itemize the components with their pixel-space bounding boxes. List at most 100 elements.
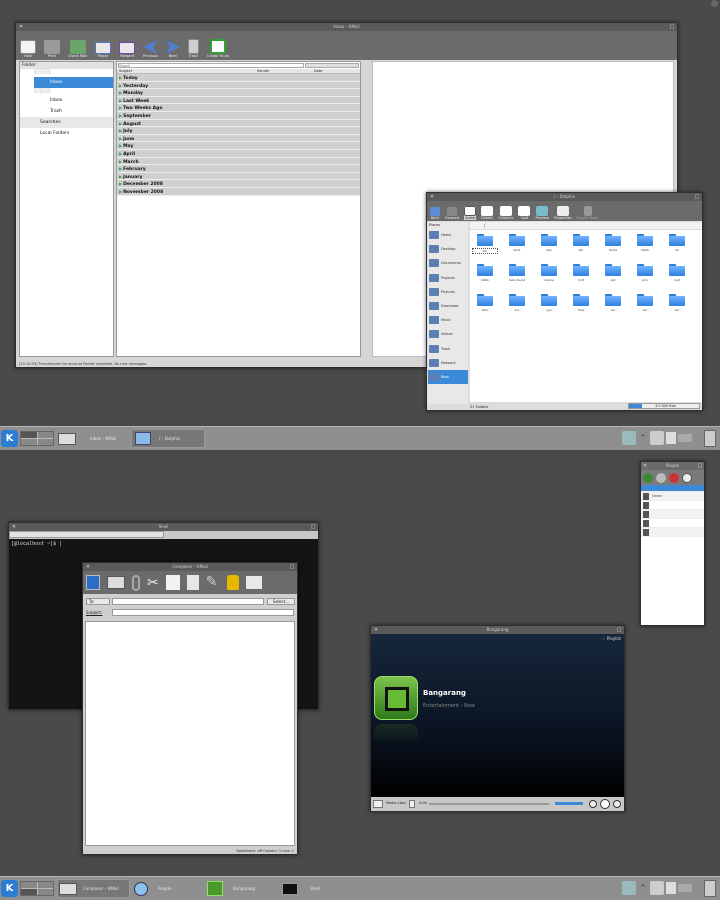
window-menu-icon[interactable]: ✕: [11, 524, 17, 530]
split-button[interactable]: Split: [518, 206, 531, 220]
play-icon[interactable]: [600, 799, 610, 809]
next-button[interactable]: Next: [165, 40, 180, 58]
task-bangarang[interactable]: Bangarang: [207, 879, 277, 898]
message-group[interactable]: ▶March: [117, 157, 360, 166]
place-item[interactable]: Projects: [428, 271, 468, 285]
close-icon[interactable]: □: [289, 564, 295, 570]
expand-icon[interactable]: ▶: [119, 181, 122, 186]
media-lists-icon[interactable]: [373, 800, 383, 808]
message-group[interactable]: ▶Yesterday: [117, 81, 360, 90]
forward-button[interactable]: Forward: [119, 42, 135, 58]
task-kmail[interactable]: Inbox – KMail: [58, 429, 128, 448]
folder-item[interactable]: root: [664, 264, 690, 282]
folder-local[interactable]: Local Folders: [20, 128, 113, 140]
konsole-tab[interactable]: [9, 531, 164, 538]
expand-icon[interactable]: ▶: [119, 121, 122, 126]
window-menu-icon[interactable]: ✕: [642, 463, 648, 469]
folder-item[interactable]: usr: [600, 294, 626, 312]
message-group[interactable]: ▶August: [117, 119, 360, 128]
empty-trash-button[interactable]: Empty Trash: [577, 206, 598, 220]
preview-button[interactable]: Preview: [535, 206, 549, 220]
kde-menu-icon[interactable]: K: [1, 430, 18, 447]
folder-item[interactable]: lost+found: [504, 264, 530, 282]
desktop-1[interactable]: [21, 882, 37, 888]
expand-icon[interactable]: ▶: [119, 143, 122, 148]
pager[interactable]: [20, 431, 54, 446]
desktop-3[interactable]: [21, 439, 37, 445]
window-menu-icon[interactable]: ✕: [85, 564, 91, 570]
folder-searches[interactable]: Searches: [20, 117, 113, 128]
network-icon[interactable]: [622, 881, 636, 895]
contact-row[interactable]: [641, 501, 704, 510]
pager[interactable]: [20, 881, 54, 896]
icons-view-button[interactable]: Icons: [464, 206, 477, 220]
task-people[interactable]: People: [134, 879, 200, 898]
filter-controls[interactable]: [305, 63, 359, 68]
close-icon[interactable]: □: [669, 24, 675, 30]
folder-item[interactable]: tmp: [568, 294, 594, 312]
message-group[interactable]: ▶Two Weeks Ago: [117, 104, 360, 112]
expand-icon[interactable]: ▶: [119, 159, 122, 164]
folder-item[interactable]: etc: [568, 234, 594, 252]
copy-icon[interactable]: [165, 575, 180, 590]
folder-item[interactable]: lib64: [472, 264, 498, 282]
expand-icon[interactable]: ▶: [119, 113, 122, 118]
message-group[interactable]: ▶September: [117, 111, 360, 120]
expand-icon[interactable]: ▶: [119, 166, 122, 171]
place-item[interactable]: Pictures: [428, 285, 468, 299]
contact-row[interactable]: [641, 485, 704, 492]
place-item[interactable]: Home: [428, 228, 468, 242]
folder-item[interactable]: opt: [600, 264, 626, 282]
desktop-1[interactable]: [21, 432, 37, 438]
expand-icon[interactable]: ▶: [119, 189, 122, 194]
message-group[interactable]: ▶January: [117, 172, 360, 181]
close-icon[interactable]: □: [310, 524, 316, 530]
expand-icon[interactable]: ▶: [119, 90, 122, 95]
check-mail-button[interactable]: Check Mail: [68, 40, 87, 58]
contact-row[interactable]: [641, 528, 704, 537]
task-shell[interactable]: Shell: [282, 879, 342, 898]
window-menu-icon[interactable]: ✕: [429, 194, 435, 200]
folder-item[interactable]: srv: [504, 294, 530, 312]
trash-applet-icon[interactable]: [704, 880, 716, 897]
trash-button[interactable]: Trash: [187, 39, 199, 58]
folder-item[interactable]: dev: [536, 234, 562, 252]
remove-contact-icon[interactable]: [669, 472, 679, 483]
close-icon[interactable]: □: [697, 463, 703, 469]
back-button[interactable]: Back: [430, 207, 440, 220]
reply-button[interactable]: Reply: [95, 42, 111, 58]
folder-inbox[interactable]: Inbox: [34, 76, 113, 88]
paste-icon[interactable]: [186, 575, 199, 590]
corner-icon[interactable]: [711, 0, 718, 7]
folder-item[interactable]: var: [632, 294, 658, 312]
playlist-toggle[interactable]: ✓ Playlist: [602, 636, 621, 641]
message-group[interactable]: ▶December 2008: [117, 180, 360, 188]
volume-icon[interactable]: [666, 882, 676, 894]
folder-item[interactable]: media: [536, 264, 562, 282]
seek-slider[interactable]: [429, 803, 549, 805]
send-icon[interactable]: [86, 575, 100, 590]
volume-icon[interactable]: [666, 432, 676, 444]
kde-menu-icon[interactable]: K: [1, 880, 18, 897]
message-group[interactable]: ▶November 2008: [117, 187, 360, 196]
message-group[interactable]: ▶February: [117, 165, 360, 173]
people-titlebar[interactable]: ✕ People □: [641, 462, 704, 470]
next-track-icon[interactable]: [613, 800, 621, 808]
new-button[interactable]: New: [20, 40, 36, 58]
expand-icon[interactable]: ▶: [119, 151, 122, 156]
folder-item[interactable]: sbin: [472, 294, 498, 312]
folder-item[interactable]: lib: [664, 234, 690, 252]
tray-expand-icon[interactable]: ^: [640, 434, 646, 442]
place-item[interactable]: Trash: [428, 342, 468, 356]
desktop-4[interactable]: [37, 439, 53, 445]
add-icon[interactable]: [682, 472, 692, 483]
message-group[interactable]: ▶Today: [117, 74, 360, 82]
previous-button[interactable]: Previous: [143, 40, 158, 58]
message-group[interactable]: ▶April: [117, 149, 360, 158]
select-button[interactable]: Select...: [267, 598, 295, 605]
column-sender[interactable]: Sender: [257, 69, 314, 73]
task-dolphin[interactable]: / – Dolphin: [131, 429, 205, 448]
network-icon[interactable]: [622, 431, 636, 445]
column-date[interactable]: Date: [314, 69, 322, 73]
expand-icon[interactable]: ▶: [119, 136, 122, 141]
